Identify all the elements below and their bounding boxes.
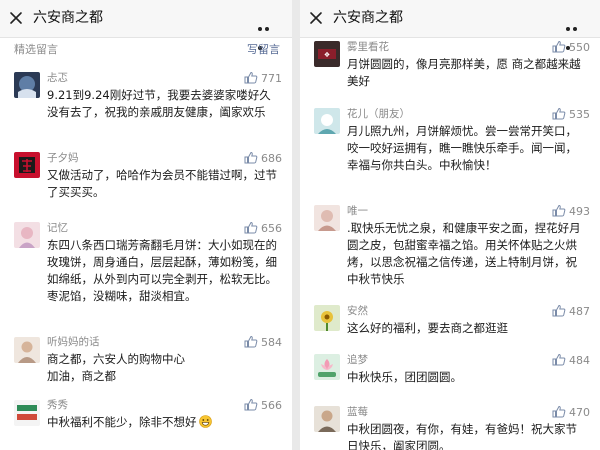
like-button[interactable]: 566	[244, 398, 282, 413]
comments-header: 精选留言 写留言	[0, 38, 292, 66]
like-count: 550	[569, 41, 590, 54]
like-count: 484	[569, 354, 590, 367]
comment-text-row: 中秋福利不能少，除非不想好	[47, 414, 278, 431]
thumb-up-icon	[244, 398, 258, 411]
comment-text: 这么好的福利，要去商之都逛逛	[347, 321, 508, 335]
comment-text: 商之都，六安人的购物中心 加油，商之都	[47, 352, 185, 383]
avatar[interactable]	[314, 406, 340, 432]
like-button[interactable]: 484	[552, 353, 590, 368]
close-icon[interactable]	[9, 11, 23, 25]
commenter-name: 记忆	[47, 222, 68, 234]
like-button[interactable]: 535	[552, 107, 590, 122]
comment-text: 月饼圆圆的，像月亮那样美，愿 商之都越来越美好	[347, 57, 581, 88]
thumb-up-icon	[244, 335, 258, 348]
thumb-up-icon	[552, 353, 566, 366]
comment-item: 记忆 656 东四八条西口瑞芳斋翻毛月饼：大小如现在的玫瑰饼，周身通白，层层起酥…	[0, 220, 292, 335]
like-count: 656	[261, 222, 282, 235]
comment-item: 听妈妈的话 584 商之都，六安人的购物中心 加油，商之都	[0, 335, 292, 398]
grin-emoji-icon	[198, 415, 212, 428]
write-comment-link[interactable]: 写留言	[247, 41, 280, 57]
like-count: 535	[569, 108, 590, 121]
avatar[interactable]	[14, 72, 40, 98]
comment-text: 月儿照九州，月饼解烦忧。尝一尝常开笑口，咬一咬好运拥有，瞧一瞧快乐牵手。闻一闻，…	[347, 124, 577, 172]
avatar[interactable]	[314, 205, 340, 231]
comment-item: 忐忑 771 9.21到9.24刚好过节，我要去婆婆家喽好久没有去了，祝我的亲戚…	[0, 66, 292, 148]
like-count: 566	[261, 399, 282, 412]
commenter-name: 安然	[347, 305, 368, 317]
thumb-up-icon	[244, 71, 258, 84]
like-count: 470	[569, 406, 590, 419]
like-button[interactable]: 771	[244, 71, 282, 86]
thumb-up-icon	[552, 304, 566, 317]
thumb-up-icon	[552, 204, 566, 217]
avatar[interactable]	[14, 400, 40, 426]
commenter-name: 雾里看花	[347, 41, 389, 53]
like-count: 771	[261, 72, 282, 85]
like-button[interactable]: 656	[244, 221, 282, 236]
avatar[interactable]	[314, 354, 340, 380]
avatar[interactable]	[314, 108, 340, 134]
close-icon[interactable]	[309, 11, 323, 25]
comment-item: 秀秀 566 中秋福利不能少，除非不想好	[0, 398, 292, 443]
commenter-name: 子夕妈	[47, 152, 79, 164]
comment-item: 唯一 493 .取快乐无忧之泉，和健康平安之面，捏花好月圆之皮，包甜蜜幸福之馅。…	[300, 203, 600, 301]
comment-item: 子夕妈 686 又做活动了，哈哈作为会员不能错过啊，过节了买买买。	[0, 148, 292, 220]
comment-item: 蓝莓 470 中秋团圆夜，有你，有娃，有爸妈！祝大家节日快乐，阖家团圆。	[300, 401, 600, 450]
commenter-name: 忐忑	[47, 72, 68, 84]
like-button[interactable]: 470	[552, 405, 590, 420]
like-button[interactable]: 686	[244, 151, 282, 166]
thumb-up-icon	[552, 107, 566, 120]
like-count: 686	[261, 152, 282, 165]
comment-text: 东四八条西口瑞芳斋翻毛月饼：大小如现在的玫瑰饼，周身通白，层层起酥，薄如粉笺，细…	[47, 238, 277, 303]
comment-text: 又做活动了，哈哈作为会员不能错过啊，过节了买买买。	[47, 168, 277, 199]
avatar[interactable]: ❖	[314, 41, 340, 67]
like-button[interactable]: 584	[244, 335, 282, 350]
commenter-name: 听妈妈的话	[47, 336, 100, 348]
comment-item: 安然 487 这么好的福利，要去商之都逛逛	[300, 301, 600, 349]
like-count: 487	[569, 305, 590, 318]
like-count: 584	[261, 336, 282, 349]
commenter-name: 蓝莓	[347, 406, 368, 418]
thumb-up-icon	[552, 40, 566, 53]
like-button[interactable]: 493	[552, 204, 590, 219]
avatar[interactable]	[14, 337, 40, 363]
comment-text: 9.21到9.24刚好过节，我要去婆婆家喽好久没有去了，祝我的亲戚朋友健康，阖家…	[47, 88, 271, 119]
page-title: 六安商之都	[33, 10, 103, 26]
top-bar: 六安商之都	[300, 0, 600, 50]
like-button[interactable]: 550	[552, 40, 590, 55]
comment-item: 花儿（朋友） 535 月儿照九州，月饼解烦忧。尝一尝常开笑口，咬一咬好运拥有，瞧…	[300, 106, 600, 203]
comment-text: 中秋团圆夜，有你，有娃，有爸妈！祝大家节日快乐，阖家团圆。	[347, 422, 577, 450]
avatar[interactable]	[14, 222, 40, 248]
commenter-name: 花儿（朋友）	[347, 108, 410, 120]
panel-divider	[292, 0, 300, 450]
svg-text:❖: ❖	[324, 51, 330, 59]
thumb-up-icon	[244, 151, 258, 164]
right-screen: 六安商之都 ❖ 雾里看花 550 月饼圆圆的，像月亮那样美，愿 商之都越来越美好…	[300, 0, 600, 450]
thumb-up-icon	[552, 405, 566, 418]
featured-comments-label: 精选留言	[14, 43, 58, 56]
left-screen: 六安商之都 精选留言 写留言 忐忑 771 9.21到9.24刚好过节，我要去婆…	[0, 0, 292, 450]
top-bar: 六安商之都	[0, 0, 292, 50]
page-title: 六安商之都	[333, 10, 403, 26]
more-icon[interactable]	[258, 16, 278, 50]
like-button[interactable]: 487	[552, 304, 590, 319]
commenter-name: 追梦	[347, 354, 368, 366]
thumb-up-icon	[244, 221, 258, 234]
like-count: 493	[569, 205, 590, 218]
comment-item: 追梦 484 中秋快乐，团团圆圆。	[300, 349, 600, 401]
avatar[interactable]	[14, 152, 40, 178]
commenter-name: 唯一	[347, 205, 368, 217]
comment-item: ❖ 雾里看花 550 月饼圆圆的，像月亮那样美，愿 商之都越来越美好	[300, 38, 600, 106]
comment-text: .取快乐无忧之泉，和健康平安之面，捏花好月圆之皮，包甜蜜幸福之馅。用关怀体贴之火…	[347, 221, 581, 286]
more-icon[interactable]	[566, 16, 586, 50]
comment-text: 中秋福利不能少，除非不想好	[47, 415, 197, 429]
comment-text: 中秋快乐，团团圆圆。	[347, 370, 462, 384]
avatar[interactable]	[314, 305, 340, 331]
commenter-name: 秀秀	[47, 399, 68, 411]
